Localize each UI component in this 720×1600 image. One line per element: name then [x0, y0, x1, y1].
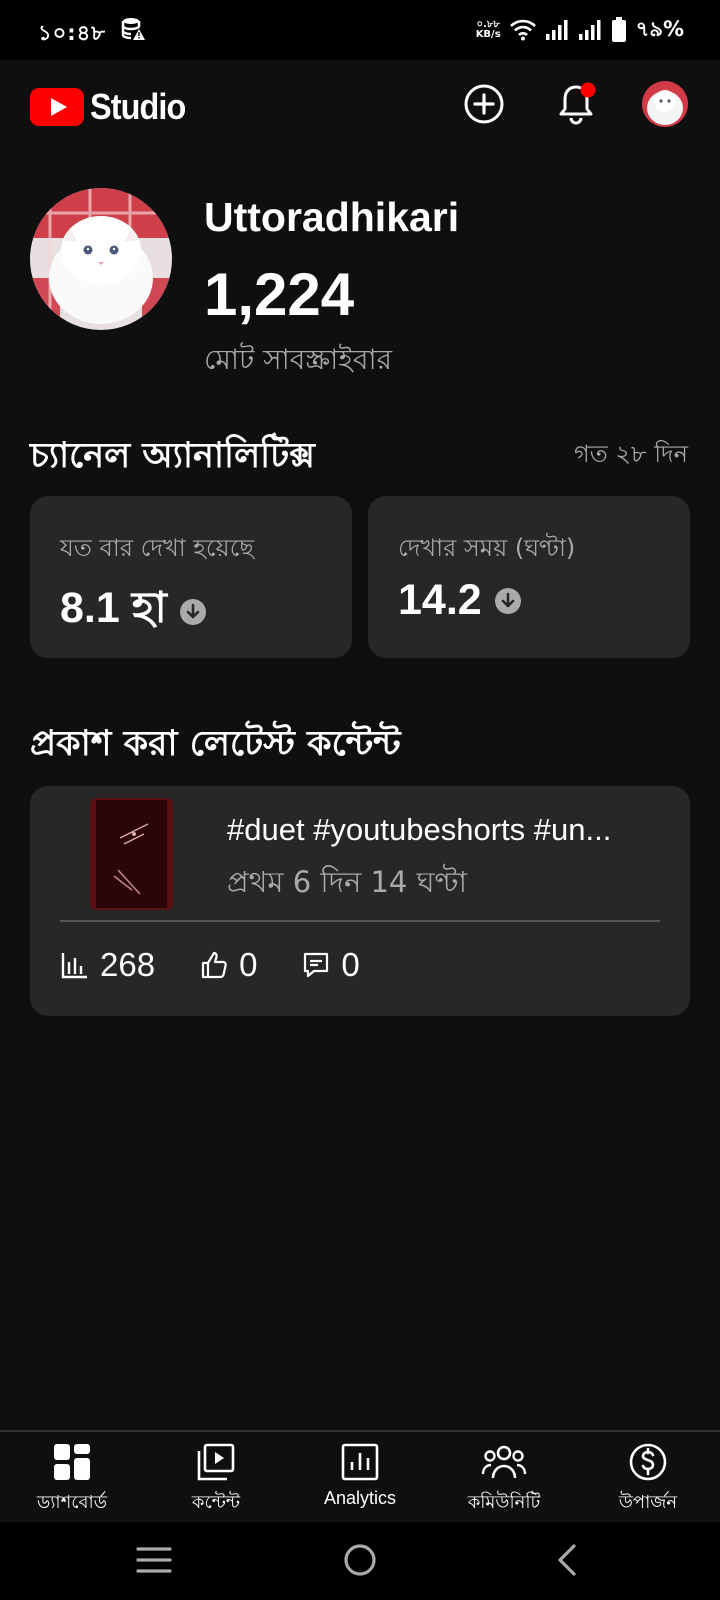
- subscriber-count: 1,224: [204, 261, 355, 328]
- wifi-icon: [509, 19, 536, 41]
- likes-stat: 0: [199, 946, 257, 984]
- views-card[interactable]: যত বার দেখা হয়েছে 8.1 হা: [30, 496, 352, 658]
- latest-content-title: প্রকাশ করা লেটেস্ট কন্টেন্ট: [30, 724, 401, 764]
- bottom-navigation: ড্যাশবোর্ড কন্টেন্ট Analytics কমিউনিটি উ…: [0, 1430, 720, 1524]
- latest-content-card[interactable]: #duet #youtubeshorts #un... প্রথম 6 দিন …: [30, 786, 690, 1016]
- comment-icon: [304, 952, 329, 978]
- nav-dashboard-label: ড্যাশবোর্ড: [36, 1492, 108, 1512]
- nav-community-label: কমিউনিটি: [467, 1492, 541, 1512]
- system-navigation-bar: [0, 1522, 720, 1600]
- nav-community[interactable]: কমিউনিটি: [432, 1432, 576, 1524]
- arrow-down-icon: [179, 598, 206, 625]
- channel-name: Uttoradhikari: [204, 194, 460, 240]
- views-stat: 268: [60, 946, 155, 984]
- youtube-logo-icon: [30, 88, 84, 126]
- account-avatar[interactable]: [642, 81, 688, 127]
- watch-time-value: 14.2: [398, 576, 482, 624]
- battery-icon: [611, 17, 626, 42]
- card-divider: [60, 920, 660, 922]
- watch-time-value-row: 14.2: [398, 576, 522, 625]
- likes-count: 0: [239, 946, 258, 983]
- menu-icon[interactable]: [136, 1544, 172, 1576]
- nav-analytics[interactable]: Analytics: [288, 1432, 432, 1524]
- add-circle-icon: [464, 84, 504, 124]
- avatar-image: [642, 81, 688, 127]
- views-value: 8.1 হা: [60, 584, 167, 632]
- net-speed: ০.৮৮ KB/s: [476, 20, 501, 40]
- bar-chart-icon: [61, 953, 87, 979]
- channel-avatar-image: [30, 188, 172, 330]
- bell-icon: [559, 82, 596, 125]
- views-value-row: 8.1 হা: [60, 576, 207, 647]
- views-label: যত বার দেখা হয়েছে: [60, 534, 254, 562]
- create-button[interactable]: [460, 80, 508, 128]
- community-icon: [481, 1445, 527, 1479]
- back-icon[interactable]: [552, 1542, 582, 1578]
- watch-time-card[interactable]: দেখার সময় (ঘণ্টা) 14.2: [368, 496, 690, 658]
- thumbs-up-icon: [201, 951, 227, 979]
- data-saver-icon: [121, 18, 145, 40]
- battery-percent: ৭৯%: [635, 16, 684, 41]
- nav-analytics-label: Analytics: [323, 1488, 397, 1508]
- status-time: ১০:৪৮: [38, 21, 106, 45]
- video-title[interactable]: #duet #youtubeshorts #un...: [227, 812, 667, 848]
- subscriber-label: মোট সাবস্ক্রাইবার: [204, 343, 392, 376]
- nav-content-label: কন্টেন্ট: [191, 1492, 241, 1512]
- channel-avatar: [30, 188, 172, 330]
- analytics-icon: [341, 1443, 379, 1481]
- youtube-studio-logo: Studio: [30, 86, 196, 128]
- status-icons: ০.৮৮ KB/s ৭৯%: [476, 14, 684, 46]
- nav-content[interactable]: কন্টেন্ট: [144, 1432, 288, 1524]
- nav-earn-label: উপার্জন: [618, 1492, 678, 1512]
- video-age: প্রথম 6 দিন 14 ঘণ্টা: [227, 865, 467, 899]
- home-icon[interactable]: [342, 1542, 378, 1578]
- video-stats: 268 0 0: [60, 946, 404, 984]
- analytics-title: চ্যানেল অ্যানালিটিক্স: [30, 436, 315, 476]
- content-icon: [197, 1443, 235, 1481]
- nav-dashboard[interactable]: ড্যাশবোর্ড: [0, 1432, 144, 1524]
- analytics-period: গত ২৮ দিন: [574, 440, 688, 468]
- status-bar: ১০:৪৮ ০.৮৮ KB/s ৭৯%: [0, 0, 720, 60]
- earn-icon: [629, 1443, 667, 1481]
- watch-time-label: দেখার সময় (ঘণ্টা): [398, 534, 576, 562]
- views-count: 268: [100, 946, 156, 983]
- arrow-down-icon: [494, 587, 521, 614]
- comments-stat: 0: [301, 946, 360, 984]
- signal-icon-1: [545, 20, 568, 40]
- net-speed-unit: KB/s: [475, 29, 501, 40]
- comments-count: 0: [341, 946, 360, 983]
- notifications-button[interactable]: [552, 80, 600, 128]
- video-thumbnail[interactable]: [90, 798, 173, 910]
- thumbnail-image: [90, 798, 173, 910]
- nav-earn[interactable]: উপার্জন: [576, 1432, 720, 1524]
- logo-text: Studio: [90, 86, 186, 127]
- signal-icon-2: [578, 20, 601, 40]
- dashboard-icon: [54, 1444, 90, 1480]
